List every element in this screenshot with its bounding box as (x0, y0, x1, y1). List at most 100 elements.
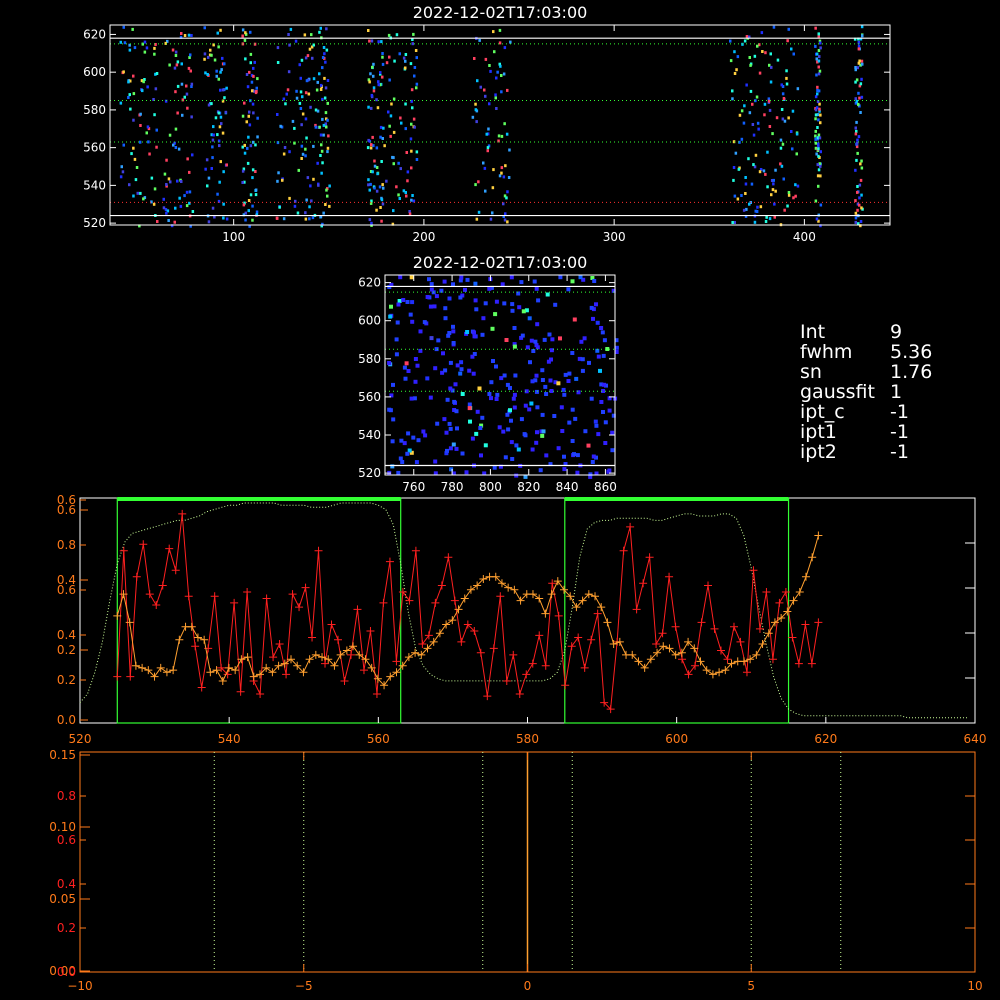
image-pixel (505, 132, 509, 136)
image-pixel (405, 451, 410, 456)
image-pixel (298, 63, 301, 67)
image-pixel (504, 338, 509, 342)
image-pixel (326, 150, 329, 154)
orange-series-point (231, 666, 240, 675)
image-pixel (305, 79, 309, 83)
image-pixel (494, 299, 499, 304)
image-pixel (325, 27, 328, 31)
image-pixel (178, 196, 181, 200)
image-pixel (305, 136, 308, 140)
image-pixel (459, 367, 464, 372)
image-pixel (404, 127, 407, 131)
image-pixel (487, 392, 492, 396)
image-pixel (731, 97, 734, 101)
image-pixel (575, 470, 580, 475)
image-pixel (128, 183, 131, 187)
image-pixel (322, 211, 325, 215)
image-pixel (858, 183, 862, 187)
image-pixel (324, 203, 327, 206)
image-pixel (503, 46, 507, 50)
image-pixel (284, 102, 287, 106)
image-pixel (245, 120, 248, 124)
image-pixel (142, 197, 145, 201)
image-pixel (247, 199, 251, 202)
orange-series-point (739, 657, 748, 666)
image-pixel (187, 66, 191, 70)
image-pixel (588, 472, 593, 477)
y-tick-label: 520 (83, 216, 106, 230)
image-pixel (546, 359, 551, 364)
image-pixel (591, 454, 596, 459)
red-series-point (788, 633, 797, 642)
image-pixel (389, 134, 392, 138)
image-pixel (586, 443, 591, 448)
image-pixel (328, 184, 331, 188)
orange-series-point (193, 633, 202, 642)
image-pixel (291, 119, 295, 123)
image-pixel (406, 179, 409, 183)
red-series-point (509, 650, 518, 659)
image-pixel (252, 74, 255, 78)
image-pixel (442, 417, 447, 422)
y-tick-label: 560 (358, 390, 381, 404)
image-pixel (734, 151, 738, 155)
image-pixel (817, 142, 820, 146)
red-series-point (574, 633, 583, 642)
image-pixel (817, 118, 820, 122)
image-pixel (379, 71, 382, 75)
image-pixel (255, 86, 258, 90)
image-pixel (743, 104, 746, 108)
image-pixel (370, 221, 373, 225)
image-pixel (756, 121, 760, 125)
image-pixel (787, 193, 791, 197)
orange-series-point (460, 594, 469, 603)
image-pixel (817, 49, 821, 52)
image-pixel (768, 108, 772, 112)
image-pixel (796, 87, 800, 91)
image-pixel (316, 80, 319, 84)
image-pixel (742, 121, 746, 125)
image-pixel (179, 204, 183, 208)
image-pixel (599, 400, 604, 404)
y-tick-label: 0.15 (49, 748, 76, 762)
image-pixel (130, 152, 133, 156)
image-pixel (414, 49, 418, 52)
image-pixel (446, 333, 451, 338)
image-pixel (276, 216, 279, 220)
image-pixel (132, 92, 136, 96)
image-pixel (153, 187, 157, 191)
image-pixel (467, 368, 472, 373)
image-pixel (390, 102, 393, 106)
image-pixel (764, 51, 767, 55)
image-pixel (448, 426, 453, 431)
image-pixel (415, 86, 418, 90)
image-pixel (145, 46, 149, 50)
image-pixel (583, 429, 588, 434)
image-pixel (819, 150, 822, 154)
image-pixel (575, 453, 580, 458)
image-pixel (580, 357, 585, 362)
image-pixel (474, 183, 477, 187)
image-pixel (570, 439, 575, 443)
red-series-point (113, 672, 122, 681)
info-row-ipt2: ipt2 -1 (800, 441, 909, 463)
image-pixel (544, 392, 549, 396)
image-pixel (589, 396, 594, 401)
image-pixel (463, 287, 467, 292)
image-pixel (168, 63, 171, 67)
image-pixel (180, 32, 183, 35)
image-pixel (366, 146, 370, 150)
image-pixel (255, 90, 258, 93)
image-pixel (858, 196, 861, 200)
image-pixel (123, 41, 127, 45)
image-pixel (221, 131, 225, 135)
image-pixel (128, 48, 132, 52)
info-row-fwhm: fwhm 5.36 (800, 341, 933, 363)
fit-window-box (564, 497, 790, 724)
image-pixel (244, 57, 247, 61)
red-series-point (807, 659, 816, 668)
orange-series-point (224, 663, 233, 672)
red-series-point (366, 627, 375, 636)
image-pixel (394, 337, 399, 342)
profile-chart: 520 540 560 580 600 620 6400.00.20.40.60.20.40… (57, 493, 987, 746)
